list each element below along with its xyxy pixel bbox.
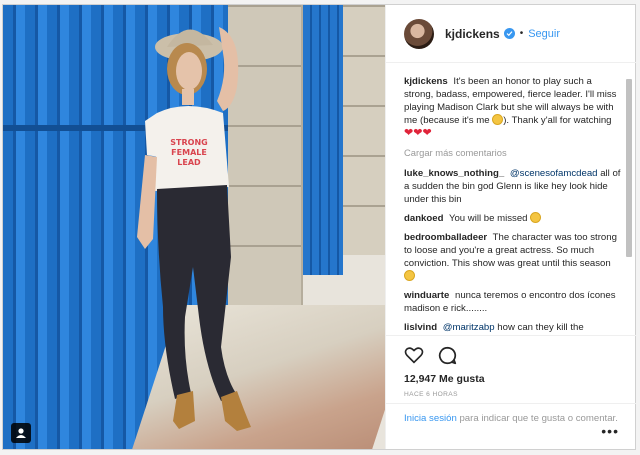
heart-emoji-icon: ❤ [422,127,432,139]
more-options-icon[interactable]: ••• [601,423,619,439]
comment-username[interactable]: lislvind [404,322,437,333]
list-item: bedroomballadeer The character was too s… [404,231,622,283]
comment-text: You will be missed [448,213,528,224]
comment-mention[interactable]: @scenesofamcdead [510,168,598,179]
heart-outline-icon[interactable] [404,346,424,364]
comments-list: kjdickens It's been an honor to play suc… [386,63,636,335]
post-side-panel: kjdickens • Seguir kjdickens It's been a… [385,5,636,449]
comments-scrollbar[interactable] [625,79,633,333]
smile-emoji-icon [492,114,504,125]
comment-username[interactable]: winduarte [404,290,449,301]
comment-username[interactable]: luke_knows_nothing_ [404,168,504,179]
heart-emoji-icon: ❤ [404,127,414,139]
caption-text-end: ). Thank y'all for watching [503,115,612,126]
sad-emoji-icon [530,212,542,223]
list-item: dankoed You will be missed [404,212,622,225]
stone-wall-right [343,5,385,255]
caption: kjdickens It's been an honor to play suc… [404,75,622,140]
blue-shutter-right [303,5,343,275]
post-timestamp: HACE 6 HORAS [404,391,458,398]
load-more-comments[interactable]: Cargar más comentarios [404,146,622,159]
avatar[interactable] [404,18,434,49]
shirt-text-line-1: STRONG [170,138,207,147]
caption-username[interactable]: kjdickens [404,76,448,87]
action-icons [404,344,618,366]
login-link[interactable]: Inicia sesión [404,413,457,424]
grimace-emoji-icon [404,270,415,281]
post-photo[interactable]: STRONG FEMALE LEAD [3,5,385,449]
comment-username[interactable]: bedroomballadeer [404,232,487,243]
list-item: winduarte nunca teremos o encontro dos í… [404,289,622,315]
comment-text: how can they kill the [497,322,584,333]
scrollbar-thumb[interactable] [626,79,632,257]
woman-figure: STRONG FEMALE LEAD [137,27,251,431]
list-item: luke_knows_nothing_ @scenesofamcdead all… [404,167,622,206]
verified-icon [503,28,515,39]
header-username[interactable]: kjdickens [445,27,500,41]
comment-icon[interactable] [438,346,457,365]
likes-count[interactable]: 12,947 Me gusta [404,373,618,385]
login-prompt-text: para indicar que te gusta o comentar. [459,413,618,424]
user-tag-icon[interactable] [11,423,31,443]
follow-button[interactable]: Seguir [528,28,560,40]
header-separator: • [519,28,524,39]
login-prompt: Inicia sesión para indicar que te gusta … [386,403,636,449]
shirt-text-line-2: FEMALE [171,148,207,157]
shirt-text-line-3: LEAD [177,158,201,167]
post-header: kjdickens • Seguir [386,5,636,63]
post-frame: STRONG FEMALE LEAD kjdickens • Seguir kj… [2,4,636,450]
comment-mention[interactable]: @maritzabp [443,322,495,333]
list-item: lislvind @maritzabp how can they kill th… [404,321,622,334]
comment-username[interactable]: dankoed [404,213,443,224]
